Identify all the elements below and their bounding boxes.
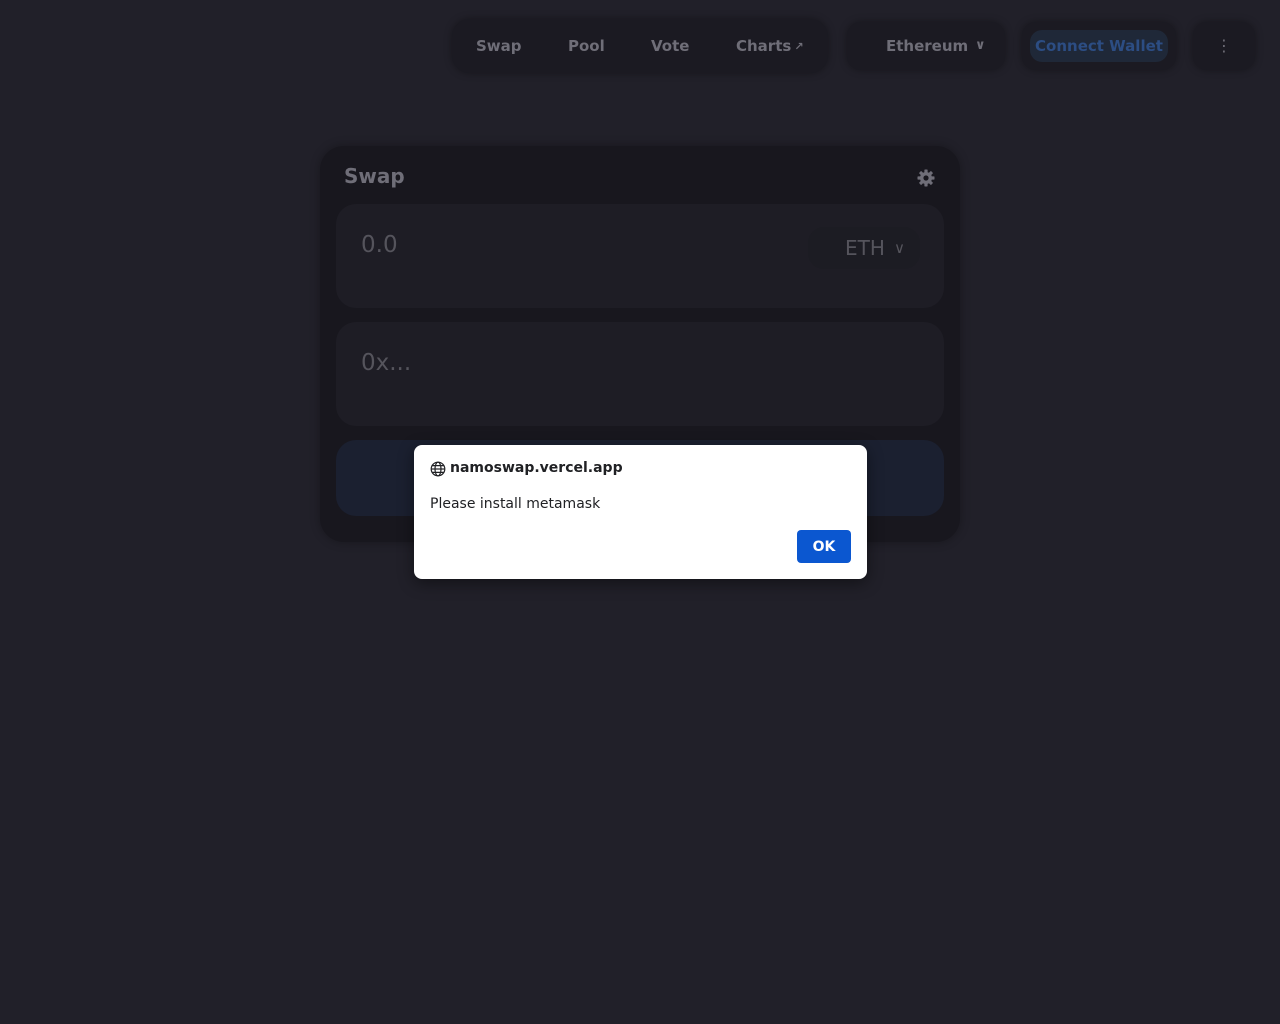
dialog-message: Please install metamask: [430, 496, 601, 512]
dialog-overlay: namoswap.vercel.app Please install metam…: [0, 0, 1280, 1024]
alert-dialog: namoswap.vercel.app Please install metam…: [414, 445, 867, 579]
ok-button[interactable]: OK: [797, 530, 851, 563]
globe-icon: [430, 461, 446, 477]
dialog-origin: namoswap.vercel.app: [450, 460, 623, 476]
